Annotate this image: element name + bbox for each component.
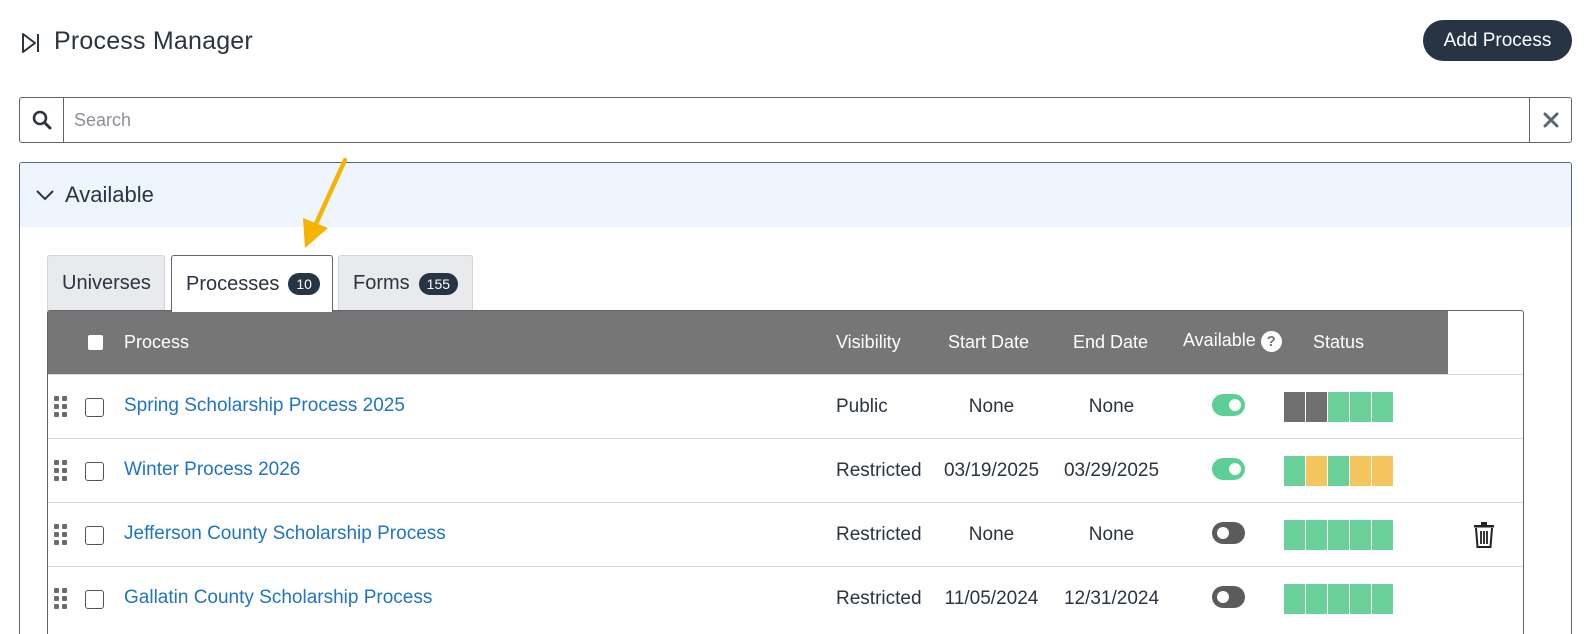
- available-toggle[interactable]: [1212, 458, 1245, 480]
- status-segment: [1306, 520, 1327, 550]
- column-header-visibility[interactable]: Visibility: [836, 332, 901, 353]
- drag-handle-icon[interactable]: [54, 524, 68, 546]
- count-badge: 155: [418, 272, 459, 295]
- drag-handle-icon[interactable]: [54, 588, 68, 610]
- visibility-cell: Restricted: [836, 524, 922, 545]
- drag-handle-icon[interactable]: [54, 396, 68, 418]
- column-header-available-label[interactable]: Available: [1183, 330, 1256, 350]
- page-title: Process Manager: [54, 27, 253, 55]
- search-input[interactable]: [64, 98, 1529, 142]
- status-segment: [1306, 392, 1327, 422]
- status-segment: [1306, 456, 1327, 486]
- available-panel: Available Universes Processes 10 Forms 1…: [19, 162, 1572, 634]
- status-segment: [1350, 456, 1371, 486]
- process-name-link[interactable]: Gallatin County Scholarship Process: [124, 587, 432, 609]
- column-header-start-date[interactable]: Start Date: [948, 332, 1029, 353]
- status-segment: [1328, 392, 1349, 422]
- visibility-cell: Restricted: [836, 460, 922, 481]
- available-toggle[interactable]: [1212, 586, 1245, 608]
- chevron-down-icon: [36, 190, 54, 201]
- status-segment: [1350, 584, 1371, 614]
- process-name-link[interactable]: Spring Scholarship Process 2025: [124, 395, 405, 417]
- status-segment: [1372, 392, 1393, 422]
- add-process-button[interactable]: Add Process: [1423, 20, 1572, 61]
- close-icon: [1543, 112, 1558, 128]
- status-segment: [1284, 520, 1305, 550]
- clear-search-button[interactable]: [1529, 98, 1571, 142]
- status-segment: [1284, 584, 1305, 614]
- status-segment: [1284, 456, 1305, 486]
- status-indicator: [1284, 520, 1394, 550]
- column-header-process[interactable]: Process: [124, 332, 189, 353]
- tab-forms[interactable]: Forms 155: [338, 255, 473, 311]
- visibility-cell: Public: [836, 396, 888, 417]
- tab-processes[interactable]: Processes 10: [171, 255, 333, 312]
- available-toggle[interactable]: [1212, 394, 1245, 416]
- available-panel-header[interactable]: Available: [20, 163, 1571, 227]
- status-segment: [1350, 392, 1371, 422]
- status-segment: [1372, 520, 1393, 550]
- column-header-end-date[interactable]: End Date: [1073, 332, 1148, 353]
- status-indicator: [1284, 392, 1394, 422]
- process-name-link[interactable]: Winter Process 2026: [124, 459, 300, 481]
- status-segment: [1350, 520, 1371, 550]
- available-toggle[interactable]: [1212, 522, 1245, 544]
- status-segment: [1328, 456, 1349, 486]
- process-name-link[interactable]: Jefferson County Scholarship Process: [124, 523, 446, 545]
- process-table: Process Visibility Start Date End Date A…: [47, 310, 1524, 634]
- status-segment: [1328, 584, 1349, 614]
- trash-icon[interactable]: [1473, 522, 1495, 548]
- row-checkbox[interactable]: [85, 526, 104, 545]
- row-checkbox[interactable]: [85, 590, 104, 609]
- step-forward-icon: [22, 33, 39, 53]
- tab-label: Universes: [62, 272, 151, 294]
- table-row: Winter Process 2026 Restricted 03/19/202…: [48, 438, 1523, 502]
- column-header-status[interactable]: Status: [1313, 332, 1364, 353]
- search-icon: [32, 110, 51, 130]
- status-indicator: [1284, 584, 1394, 614]
- tab-label: Forms: [353, 272, 410, 294]
- help-icon[interactable]: ?: [1260, 330, 1282, 352]
- status-segment: [1328, 520, 1349, 550]
- panel-title: Available: [65, 182, 154, 207]
- visibility-cell: Restricted: [836, 588, 922, 609]
- search-bar: [19, 97, 1572, 143]
- tab-universes[interactable]: Universes: [47, 255, 165, 311]
- select-all-checkbox[interactable]: [88, 335, 103, 350]
- status-segment: [1284, 392, 1305, 422]
- status-segment: [1372, 584, 1393, 614]
- tab-label: Processes: [186, 272, 280, 295]
- status-indicator: [1284, 456, 1394, 486]
- row-checkbox[interactable]: [85, 398, 104, 417]
- table-header: Process Visibility Start Date End Date A…: [48, 311, 1448, 374]
- row-checkbox[interactable]: [85, 462, 104, 481]
- page-header: Process Manager Add Process: [0, 0, 1590, 86]
- status-segment: [1372, 456, 1393, 486]
- table-row: Gallatin County Scholarship Process Rest…: [48, 566, 1523, 630]
- count-badge: 10: [288, 273, 320, 295]
- annotation-arrow: [303, 157, 348, 248]
- table-row: Jefferson County Scholarship Process Res…: [48, 502, 1523, 566]
- column-header-available: Available?: [1183, 330, 1282, 352]
- search-button[interactable]: [20, 98, 64, 142]
- table-row: Spring Scholarship Process 2025 Public N…: [48, 374, 1523, 438]
- status-segment: [1306, 584, 1327, 614]
- drag-handle-icon[interactable]: [54, 460, 68, 482]
